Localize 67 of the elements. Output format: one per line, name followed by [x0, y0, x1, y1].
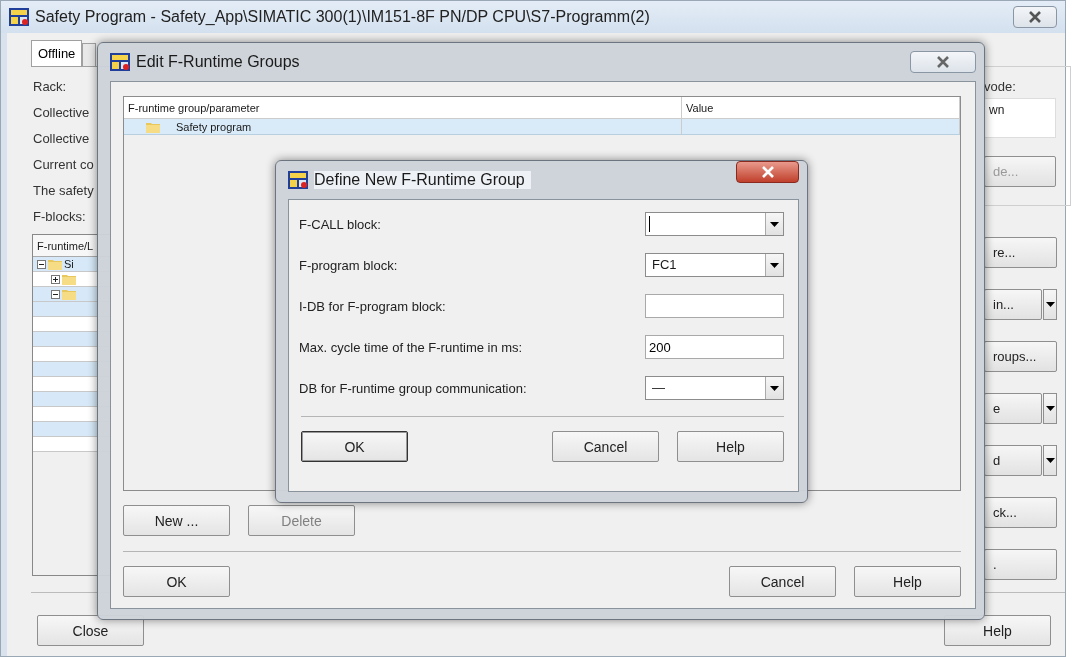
folder-icon: [146, 120, 160, 133]
dialog-button[interactable]: Cancel: [729, 566, 836, 597]
window-title: Safety Program - Safety_App\SIMATIC 300(1)\IM151-8F PN/DP CPU\S7-Programm(2): [35, 8, 651, 26]
action-button[interactable]: d: [984, 445, 1043, 476]
close-button[interactable]: [910, 51, 976, 73]
dialog-button[interactable]: OK: [123, 566, 230, 597]
app-icon: [110, 53, 130, 71]
close-icon: [760, 166, 775, 178]
field-label: F-blocks:: [33, 209, 87, 224]
field-label: Collective: [33, 105, 91, 120]
dialog-button[interactable]: OK: [301, 431, 408, 462]
field-label: Max. cycle time of the F-runtime in ms:: [299, 339, 523, 355]
app-icon: [288, 171, 308, 189]
dropdown-field[interactable]: —: [645, 376, 784, 400]
field-label: F-CALL block:: [299, 216, 381, 232]
field-label: DB for F-runtime group communication:: [299, 380, 527, 396]
tab[interactable]: [82, 43, 97, 66]
group-label: vode:: [984, 79, 1017, 94]
action-button[interactable]: roups...: [984, 341, 1057, 372]
action-button[interactable]: re...: [984, 237, 1057, 268]
tree-label: Si: [64, 258, 74, 270]
folder-icon: [48, 258, 62, 270]
close-button[interactable]: [736, 161, 799, 183]
app-icon: [9, 8, 29, 26]
close-icon: [1028, 11, 1042, 23]
dialog-button[interactable]: Close: [37, 615, 144, 646]
close-icon: [936, 56, 950, 68]
table-cell: Safety program: [176, 120, 252, 133]
input-field[interactable]: [645, 294, 784, 318]
action-button[interactable]: in...: [984, 289, 1043, 320]
dialog-title: Edit F-Runtime Groups: [136, 53, 301, 71]
tab[interactable]: Offline: [31, 40, 83, 66]
caret-icon: [770, 262, 779, 268]
field-label: Current co: [33, 157, 95, 172]
dialog-button[interactable]: New ...: [123, 505, 230, 536]
dialog-button[interactable]: Help: [677, 431, 784, 462]
dropdown-field[interactable]: FC1: [645, 253, 784, 277]
field-label: I-DB for F-program block:: [299, 298, 446, 314]
dialog-button[interactable]: Help: [944, 615, 1051, 646]
field-label: Collective: [33, 131, 91, 146]
dialog-button[interactable]: Cancel: [552, 431, 659, 462]
dropdown-field[interactable]: [645, 212, 784, 236]
dropdown-button[interactable]: [1043, 393, 1057, 424]
table-row[interactable]: Safety program: [124, 119, 960, 135]
close-button[interactable]: [1013, 6, 1057, 28]
field-label: Rack:: [33, 79, 68, 94]
caret-icon: [1045, 458, 1055, 463]
expand-icon[interactable]: [51, 274, 60, 284]
dialog-title: Define New F-Runtime Group: [314, 171, 531, 189]
folder-icon: [62, 288, 76, 300]
caret-icon: [770, 385, 779, 391]
dialog-button[interactable]: Help: [854, 566, 961, 597]
action-button[interactable]: .: [984, 549, 1057, 580]
collapse-icon[interactable]: [51, 289, 60, 299]
folder-icon: [62, 273, 76, 285]
field-label: F-program block:: [299, 257, 398, 273]
action-button[interactable]: ck...: [984, 497, 1057, 528]
caret-icon: [770, 221, 779, 227]
caret-icon: [1045, 302, 1055, 307]
collapse-icon[interactable]: [37, 259, 46, 269]
dropdown-button[interactable]: [1043, 289, 1057, 320]
mode-field: wn: [984, 98, 1056, 138]
dropdown-button[interactable]: [1043, 445, 1057, 476]
caret-icon: [1045, 406, 1055, 411]
input-field[interactable]: 200: [645, 335, 784, 359]
field-label: The safety: [33, 183, 95, 198]
action-button[interactable]: e: [984, 393, 1043, 424]
